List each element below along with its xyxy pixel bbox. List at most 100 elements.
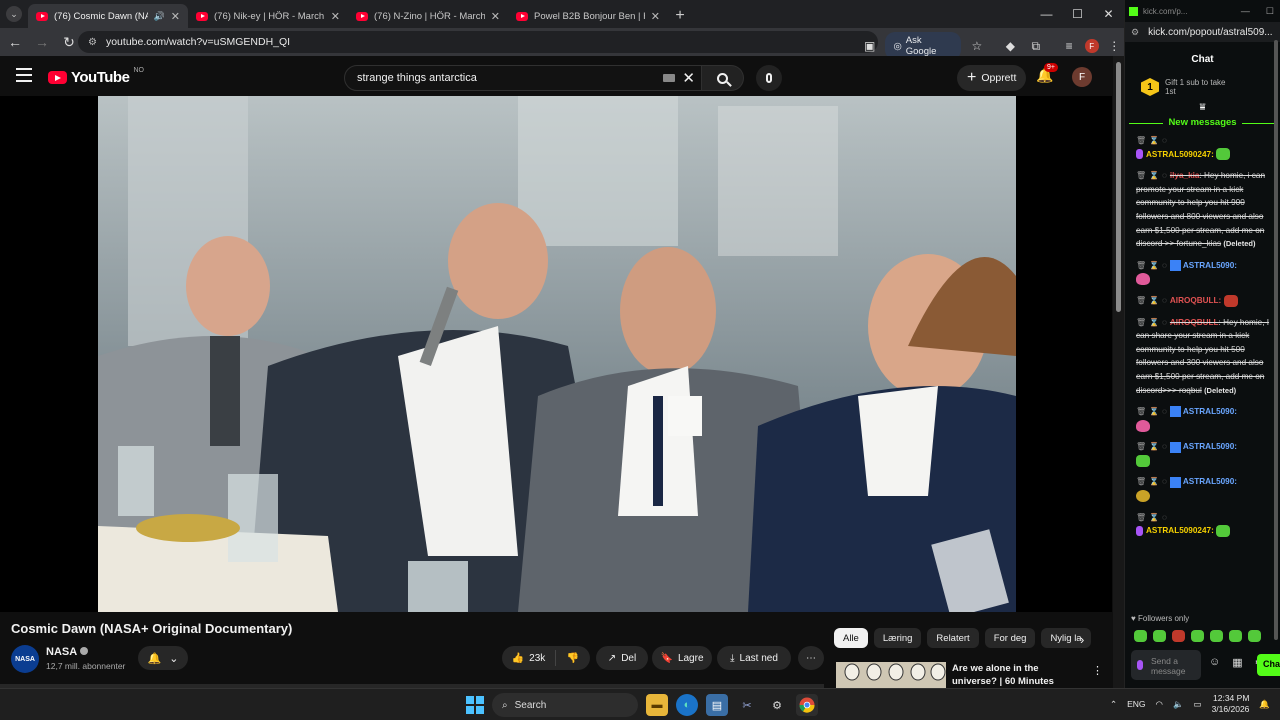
more-actions-button[interactable]: ⋯ — [798, 646, 824, 670]
clock[interactable]: 12:34 PM 3/16/2026 — [1212, 693, 1250, 715]
media-control-icon[interactable]: ≡ — [1059, 36, 1078, 56]
emote-picker-icon[interactable]: ☺ — [1209, 656, 1220, 669]
mod-actions-icons[interactable]: 🗑⌛◌ — [1136, 134, 1270, 148]
battery-icon[interactable]: ▭ — [1194, 699, 1202, 710]
scrollbar-thumb[interactable] — [1274, 40, 1278, 640]
site-info-icon[interactable]: ⚙ — [1131, 27, 1139, 38]
scrollbar-thumb[interactable] — [1116, 62, 1121, 312]
chip-all[interactable]: Alle — [834, 628, 868, 648]
site-info-icon[interactable]: ⚙ — [88, 37, 97, 48]
chat-username[interactable]: ilya_kia — [1170, 171, 1200, 180]
search-input[interactable]: strange things antarctica ✕ — [344, 65, 702, 91]
hamburger-menu-icon[interactable] — [16, 68, 32, 82]
voice-search-button[interactable] — [756, 65, 782, 91]
dislike-button[interactable]: 👎 — [556, 653, 590, 664]
chip-for-you[interactable]: For deg — [984, 628, 1036, 648]
mod-actions-icons[interactable]: 🗑⌛◌ — [1136, 171, 1170, 180]
clear-search-icon[interactable]: ✕ — [682, 69, 695, 87]
mod-actions-icons[interactable]: 🗑⌛◌ — [1136, 318, 1170, 327]
tab-cosmic-dawn[interactable]: (76) Cosmic Dawn (NASA+ 🔊 ✕ — [28, 4, 188, 28]
notification-bell-icon[interactable]: 🔔 — [1259, 699, 1270, 710]
chrome-icon[interactable] — [796, 694, 818, 716]
mod-actions-icons[interactable]: 🗑⌛◌ — [1136, 261, 1170, 270]
tab-powel[interactable]: Powel B2B Bonjour Ben | HÖR ✕ — [508, 4, 668, 28]
save-button[interactable]: 🔖 Lagre — [652, 646, 712, 670]
speaker-icon[interactable]: 🔊 — [154, 11, 165, 22]
mod-actions-icons[interactable]: 🗑⌛◌ — [1136, 511, 1270, 525]
edge-browser-icon[interactable]: ◐ — [676, 694, 698, 716]
extension-icon[interactable]: ◆ — [1001, 36, 1020, 56]
chat-username[interactable]: ASTRAL5090: — [1183, 261, 1237, 270]
tab-search-icon[interactable]: ⌄ — [6, 6, 22, 22]
kebab-menu-icon[interactable]: ⋮ — [1105, 36, 1124, 56]
close-tab-icon[interactable]: ✕ — [331, 10, 340, 23]
chevron-right-icon[interactable]: › — [1080, 632, 1084, 647]
cast-icon[interactable]: ▣ — [860, 36, 879, 56]
close-tab-icon[interactable]: ✕ — [171, 10, 180, 23]
keyboard-icon[interactable] — [663, 74, 675, 82]
mod-actions-icons[interactable]: 🗑⌛◌ — [1136, 477, 1170, 486]
recommendation-thumbnail[interactable] — [836, 662, 946, 688]
chat-message-input[interactable]: Send a message — [1131, 650, 1201, 680]
emote-icon[interactable] — [1248, 630, 1261, 642]
chat-username[interactable]: ASTRAL5090: — [1183, 477, 1237, 486]
chat-username[interactable]: ASTRAL5090247: — [1146, 526, 1214, 535]
chip-learning[interactable]: Læring — [873, 628, 922, 648]
puzzle-icon[interactable]: ⧉ — [1026, 36, 1045, 56]
chevron-up-icon[interactable]: ⌃ — [1110, 699, 1117, 710]
start-windows-icon[interactable] — [466, 696, 484, 714]
mod-actions-icons[interactable]: 🗑⌛◌ — [1136, 407, 1170, 416]
mod-actions-icons[interactable]: 🗑⌛◌ — [1136, 296, 1170, 305]
recommendation-menu-icon[interactable]: ⋮ — [1092, 664, 1103, 677]
emote-icon[interactable] — [1210, 630, 1223, 642]
tab-n-zino[interactable]: (76) N-Zino | HÖR - March 16 / ✕ — [348, 4, 508, 28]
emote-icon[interactable] — [1153, 630, 1166, 642]
chat-username[interactable]: AIROQBULL: — [1170, 296, 1221, 305]
create-button[interactable]: + Opprett — [957, 65, 1027, 91]
gift-sub-banner[interactable]: 1 Gift 1 sub to take 1st — [1141, 78, 1280, 96]
minimize-icon[interactable]: — — [1031, 0, 1062, 28]
download-button[interactable]: ⤓ Last ned — [717, 646, 791, 670]
chat-username[interactable]: AIROQBULL — [1170, 318, 1219, 327]
forward-icon[interactable]: → — [30, 30, 54, 54]
like-button[interactable]: 👍 23k — [502, 650, 556, 666]
snipping-tool-icon[interactable]: ✂ — [736, 694, 758, 716]
taskbar-search[interactable]: ⌕ Search — [492, 693, 638, 717]
mod-actions-icons[interactable]: 🗑⌛◌ — [1136, 442, 1170, 451]
tab-nik-ey[interactable]: (76) Nik-ey | HÖR - March 16 / ✕ — [188, 4, 348, 28]
account-avatar[interactable]: F — [1072, 67, 1092, 87]
youtube-logo[interactable]: YouTube NO — [48, 67, 144, 86]
close-tab-icon[interactable]: ✕ — [491, 10, 500, 23]
profile-avatar[interactable]: F — [1084, 39, 1099, 53]
search-button[interactable] — [702, 65, 744, 91]
maximize-icon[interactable]: ☐ — [1062, 0, 1093, 28]
kick-scrollbar[interactable] — [1273, 0, 1280, 688]
video-player[interactable] — [98, 96, 1016, 612]
chat-username[interactable]: ASTRAL5090: — [1183, 407, 1237, 416]
back-icon[interactable]: ← — [3, 30, 27, 54]
close-window-icon[interactable]: ✕ — [1093, 0, 1124, 28]
emote-icon[interactable] — [1229, 630, 1242, 642]
bookmark-star-icon[interactable]: ☆ — [967, 36, 986, 56]
minimize-icon[interactable]: — — [1241, 6, 1250, 17]
share-button[interactable]: ↗ Del — [596, 646, 648, 670]
app-window-icon[interactable]: ▤ — [706, 694, 728, 716]
emote-icon[interactable] — [1134, 630, 1147, 642]
new-messages-divider[interactable]: New messages — [1125, 117, 1280, 128]
volume-icon[interactable]: 🔈 — [1173, 699, 1184, 710]
steam-icon[interactable]: ⚙ — [766, 694, 788, 716]
notifications-button[interactable]: 🔔 9+ — [1036, 63, 1058, 85]
file-explorer-icon[interactable]: ▬ — [646, 694, 668, 716]
close-tab-icon[interactable]: ✕ — [651, 10, 660, 23]
emote-icon[interactable] — [1191, 630, 1204, 642]
kick-address-bar[interactable]: ⚙ kick.com/popout/astral509... — [1125, 22, 1280, 42]
channel-avatar[interactable]: NASA — [11, 645, 39, 673]
chat-username[interactable]: ASTRAL5090: — [1183, 442, 1237, 451]
wifi-icon[interactable]: ◠ — [1156, 699, 1163, 710]
address-bar[interactable]: ⚙ youtube.com/watch?v=uSMGENDH_QI — [78, 31, 878, 53]
channel-name[interactable]: NASA — [46, 646, 89, 658]
gift-icon[interactable]: ▦ — [1232, 656, 1242, 669]
emote-icon[interactable] — [1172, 630, 1185, 642]
filter-icon[interactable]: ⩸ — [1125, 102, 1280, 113]
chat-username[interactable]: ASTRAL5090247: — [1146, 150, 1214, 159]
